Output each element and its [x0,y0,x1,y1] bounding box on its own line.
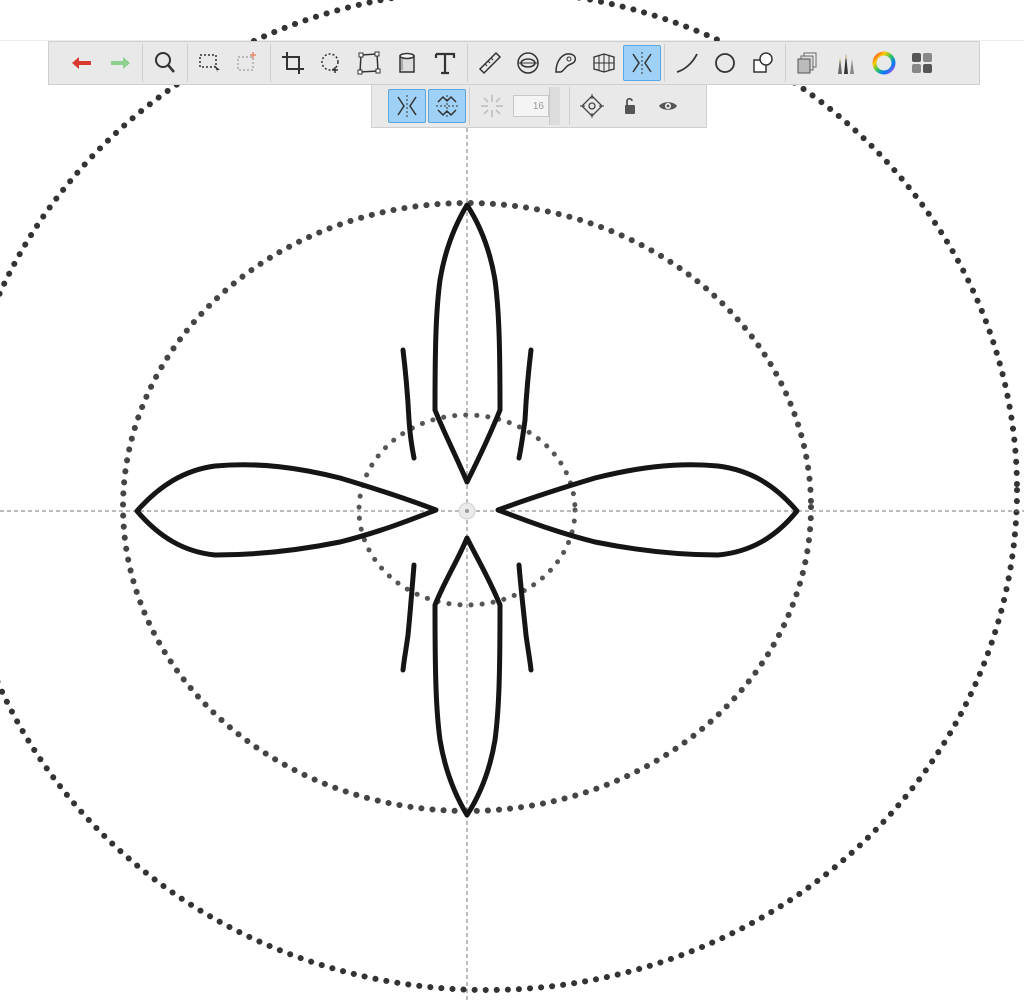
text-button[interactable] [426,45,464,81]
toolbar-separator [142,44,143,82]
symmetry-center-icon [580,94,604,118]
brushes-icon [838,54,854,74]
layers-icon [797,52,817,74]
perspective-icon [593,53,615,73]
unlock-icon [625,97,635,114]
perspective-button[interactable] [585,45,623,81]
symmetry-center-dot [465,509,469,513]
petal-left [134,462,439,558]
redo-icon [111,57,130,69]
ellipse-guide-button[interactable] [509,45,547,81]
grid-menu-button[interactable] [903,45,941,81]
stroke-upper-right [516,347,534,461]
french-curve-icon [555,53,577,73]
lasso-button[interactable] [312,45,350,81]
french-curve-button[interactable] [547,45,585,81]
transform-icon [357,51,381,75]
petal-right [495,462,800,558]
selection-button[interactable] [191,45,229,81]
toolbar-separator [270,44,271,82]
four-way-symmetry-button[interactable] [428,89,466,123]
color-wheel-icon [872,51,896,75]
radial-symmetry-icon [481,95,503,117]
redo-button[interactable] [101,45,139,81]
toolbar-separator [467,44,468,82]
toolbar-separator [785,44,786,82]
toolbar-separator [569,87,570,125]
brushes-button[interactable] [827,45,865,81]
vertical-symmetry-icon [397,95,417,117]
layers-button[interactable] [789,45,827,81]
undo-icon [72,57,91,69]
grid-menu-icon [912,53,932,73]
visibility-eye-icon [659,102,677,110]
fill-bucket-icon [399,52,415,73]
undo-button[interactable] [63,45,101,81]
symmetry-button[interactable] [623,45,661,81]
stroke-icon [676,53,698,73]
lasso-icon [321,53,339,73]
radial-symmetry-button[interactable] [473,89,511,123]
selection-add-button[interactable] [229,45,267,81]
crop-button[interactable] [274,45,312,81]
toolbar-separator [469,87,470,125]
four-way-symmetry-icon [436,95,458,117]
transform-button[interactable] [350,45,388,81]
stroke-lower-left [400,562,417,673]
crop-icon [282,52,304,74]
toolbar-separator [187,44,188,82]
circle-shape-icon [715,53,735,73]
sector-count-stepper[interactable] [549,87,560,125]
selection-icon [199,54,220,73]
petal-top [432,202,503,485]
circle-shape-button[interactable] [706,45,744,81]
stroke-upper-left [400,347,417,461]
vertical-symmetry-button[interactable] [388,89,426,123]
ruler-button[interactable] [471,45,509,81]
magnifier-icon [155,52,175,73]
symmetry-toolbar: 16 [371,85,707,128]
sector-count-field[interactable]: 16 [513,95,549,117]
ellipse-guide-icon [517,52,539,74]
shape-combine-button[interactable] [744,45,782,81]
color-wheel-button[interactable] [865,45,903,81]
ruler-icon [478,51,502,75]
drawing-canvas[interactable] [0,0,1024,1001]
lock-button[interactable] [611,89,649,123]
toolbar-separator [664,44,665,82]
visibility-button[interactable] [649,89,687,123]
symmetry-center-button[interactable] [573,89,611,123]
stroke-lower-right [516,562,534,673]
symmetry-icon [632,52,652,74]
selection-add-icon [237,52,256,71]
zoom-button[interactable] [146,45,184,81]
stroke-button[interactable] [668,45,706,81]
fill-button[interactable] [388,45,426,81]
shape-combine-icon [753,52,773,73]
text-icon [434,52,456,75]
main-toolbar [48,41,980,85]
